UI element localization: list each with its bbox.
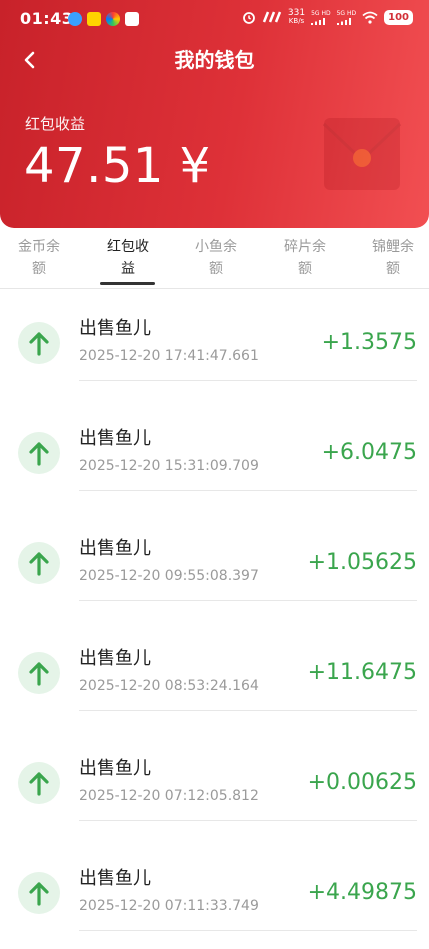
transaction-date: 2025-12-20 15:31:09.709 bbox=[79, 458, 259, 474]
tab-label: 额 bbox=[298, 261, 312, 277]
list-item[interactable]: 出售鱼儿 2025-12-20 15:31:09.709 +6.0475 bbox=[0, 399, 429, 509]
nfc-icon bbox=[262, 11, 282, 23]
net-speed-value: 331 bbox=[287, 8, 306, 18]
net-speed: 331 KB/s bbox=[287, 8, 306, 26]
transaction-amount: +0.00625 bbox=[307, 770, 417, 795]
transaction-amount: +6.0475 bbox=[321, 440, 417, 465]
divider bbox=[79, 490, 417, 491]
signal-icon bbox=[336, 17, 351, 25]
tab-label: 额 bbox=[32, 261, 46, 277]
balance-value: 47.51 ¥ bbox=[24, 138, 211, 194]
arrow-up-icon bbox=[18, 652, 60, 694]
tab-gold-balance[interactable]: 金币余 额 bbox=[14, 236, 64, 280]
list-item[interactable]: 出售鱼儿 2025-12-20 17:41:47.661 +1.3575 bbox=[0, 289, 429, 399]
transaction-amount: +1.05625 bbox=[307, 550, 417, 575]
active-tab-indicator bbox=[100, 282, 155, 285]
net-speed-unit: KB/s bbox=[288, 17, 305, 25]
transaction-date: 2025-12-20 09:55:08.397 bbox=[79, 568, 259, 584]
transaction-amount: +1.3575 bbox=[321, 330, 417, 355]
tab-label: 额 bbox=[209, 261, 223, 277]
app-icon bbox=[125, 12, 139, 26]
transaction-date: 2025-12-20 07:12:05.812 bbox=[79, 788, 259, 804]
status-bar: 01:43 331 KB/s 5G HD 5G HD 100 bbox=[0, 0, 429, 38]
wallet-header: 01:43 331 KB/s 5G HD 5G HD 100 我的钱包 红包收益… bbox=[0, 0, 429, 228]
arrow-up-icon bbox=[18, 322, 60, 364]
arrow-up-icon bbox=[18, 432, 60, 474]
arrow-up-icon bbox=[18, 542, 60, 584]
tab-label: 额 bbox=[386, 261, 400, 277]
transaction-name: 出售鱼儿 bbox=[79, 648, 151, 669]
transaction-amount: +4.49875 bbox=[307, 880, 417, 905]
transaction-name: 出售鱼儿 bbox=[79, 428, 151, 449]
transaction-date: 2025-12-20 08:53:24.164 bbox=[79, 678, 259, 694]
divider bbox=[79, 380, 417, 381]
red-envelope-icon bbox=[322, 118, 402, 190]
battery-indicator: 100 bbox=[384, 9, 413, 25]
transaction-name: 出售鱼儿 bbox=[79, 758, 151, 779]
divider bbox=[79, 930, 417, 931]
divider bbox=[79, 820, 417, 821]
qq-icon bbox=[68, 12, 82, 26]
transaction-name: 出售鱼儿 bbox=[79, 868, 151, 889]
tab-red-packet-earnings[interactable]: 红包收 益 bbox=[103, 236, 153, 280]
signal-label: 5G HD bbox=[311, 9, 331, 17]
tab-label: 金币余 bbox=[18, 239, 60, 255]
tab-label: 碎片余 bbox=[284, 239, 326, 255]
transaction-amount: +11.6475 bbox=[307, 660, 417, 685]
signal-icon bbox=[311, 17, 326, 25]
transaction-name: 出售鱼儿 bbox=[79, 318, 151, 339]
divider bbox=[79, 600, 417, 601]
tab-label: 益 bbox=[121, 261, 135, 277]
list-item[interactable]: 出售鱼儿 2025-12-20 07:12:05.812 +0.00625 bbox=[0, 729, 429, 839]
tab-label: 红包收 bbox=[107, 239, 149, 255]
wifi-icon bbox=[362, 11, 378, 24]
transaction-name: 出售鱼儿 bbox=[79, 538, 151, 559]
signal-sim1: 5G HD bbox=[311, 10, 331, 25]
balance-label: 红包收益 bbox=[25, 115, 86, 133]
page-title: 我的钱包 bbox=[174, 48, 255, 72]
tab-koi-balance[interactable]: 锦鲤余 额 bbox=[368, 236, 418, 280]
signal-sim2: 5G HD bbox=[336, 9, 357, 25]
tab-fragment-balance[interactable]: 碎片余 额 bbox=[280, 236, 330, 280]
photos-icon bbox=[106, 12, 120, 26]
list-item[interactable]: 出售鱼儿 2025-12-20 09:55:08.397 +1.05625 bbox=[0, 509, 429, 619]
list-item[interactable]: 出售鱼儿 2025-12-20 07:11:33.749 +4.49875 bbox=[0, 839, 429, 949]
list-item[interactable]: 出售鱼儿 2025-12-20 08:53:24.164 +11.6475 bbox=[0, 619, 429, 729]
tab-fish-balance[interactable]: 小鱼余 额 bbox=[191, 236, 241, 280]
alarm-icon bbox=[243, 12, 255, 24]
transaction-date: 2025-12-20 17:41:47.661 bbox=[79, 348, 259, 364]
balance-tabs: 金币余 额 红包收 益 小鱼余 额 碎片余 额 锦鲤余 额 bbox=[0, 228, 429, 289]
tab-label: 锦鲤余 bbox=[372, 239, 414, 255]
transaction-list: 出售鱼儿 2025-12-20 17:41:47.661 +1.3575 出售鱼… bbox=[0, 289, 429, 949]
status-time: 01:43 bbox=[20, 9, 74, 28]
app-icon bbox=[87, 12, 101, 26]
signal-label: 5G HD bbox=[336, 9, 357, 17]
status-right: 331 KB/s 5G HD 5G HD 100 bbox=[242, 9, 413, 25]
arrow-up-icon bbox=[18, 762, 60, 804]
tab-label: 小鱼余 bbox=[195, 239, 237, 255]
notification-icons bbox=[68, 12, 139, 26]
divider bbox=[79, 710, 417, 711]
transaction-date: 2025-12-20 07:11:33.749 bbox=[79, 898, 259, 914]
arrow-up-icon bbox=[18, 872, 60, 914]
